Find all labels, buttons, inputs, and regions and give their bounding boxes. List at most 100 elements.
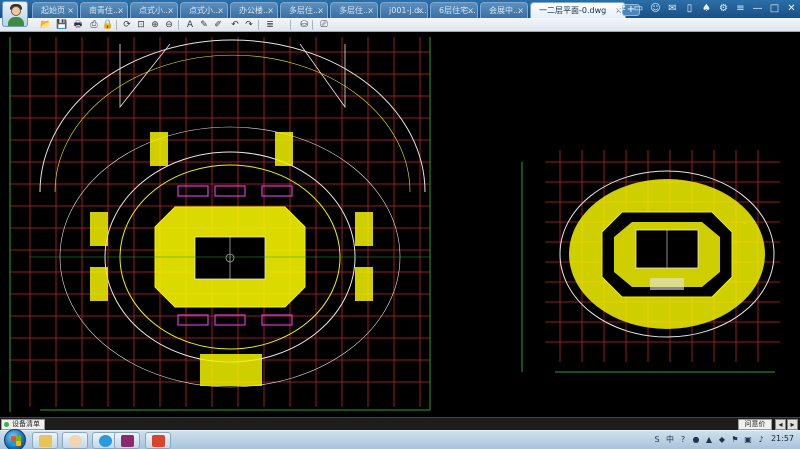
- system-tray: S 中? ● ▲ ◆ ⚑ ▣ ♪: [652, 434, 766, 446]
- tab-8[interactable]: 6层住宅... ×: [430, 2, 478, 18]
- roof-arc: [39, 39, 426, 193]
- measure-button[interactable]: ⎚: [318, 19, 330, 31]
- tab-close-icon[interactable]: ×: [417, 3, 424, 18]
- tab-3[interactable]: 点式小... ×: [180, 2, 228, 18]
- open-button[interactable]: 📂: [40, 19, 52, 31]
- prev-button[interactable]: ◂: [775, 419, 786, 430]
- room-block: [261, 185, 293, 197]
- status-dot-icon: [4, 422, 9, 427]
- pencil-button[interactable]: ✎: [198, 19, 210, 31]
- feedback-button[interactable]: 问意价: [738, 419, 772, 430]
- taskbar-qq-button[interactable]: [62, 432, 88, 449]
- toolbar-separator: [178, 20, 179, 30]
- qq-icon[interactable]: ●: [691, 434, 701, 446]
- tab-close-icon[interactable]: ×: [217, 3, 224, 18]
- toolbar-separator: [290, 20, 291, 30]
- tab-close-icon[interactable]: ×: [167, 3, 174, 18]
- tab-9[interactable]: 会展中... ×: [480, 2, 528, 18]
- tab-close-icon[interactable]: ×: [67, 3, 74, 18]
- tshirt-icon[interactable]: ♠: [700, 1, 713, 16]
- tab-close-icon[interactable]: ×: [367, 3, 374, 18]
- device-list-panel[interactable]: 设备清单: [1, 419, 45, 430]
- minimize-icon[interactable]: —: [751, 1, 764, 16]
- tab-label: 起始页: [41, 6, 65, 15]
- sogou-icon[interactable]: S: [652, 434, 662, 446]
- stair-block: [90, 212, 108, 246]
- face-icon: [69, 435, 82, 447]
- tab-label: 会展中...: [489, 6, 521, 15]
- archive-icon: [121, 435, 134, 447]
- tab-4[interactable]: 办公楼... ×: [230, 2, 278, 18]
- lock-button[interactable]: 🔒: [102, 19, 114, 31]
- tab-close-icon[interactable]: ×: [467, 3, 474, 18]
- user-avatar[interactable]: [2, 1, 28, 27]
- save-button[interactable]: 💾: [56, 19, 68, 31]
- menu-icon[interactable]: ≡: [734, 1, 747, 16]
- system-icons: ⇄ ▭ ☺ ✉ ▯ ♠ ⚙ ≡ — □ ✕: [615, 1, 798, 16]
- tab-close-icon[interactable]: ×: [517, 3, 524, 18]
- windows-taskbar: S 中? ● ▲ ◆ ⚑ ▣ ♪ 21:57: [0, 429, 800, 449]
- tab-close-icon[interactable]: ×: [267, 3, 274, 18]
- taskbar-winrar-button[interactable]: [114, 432, 140, 449]
- ime-icon[interactable]: 中: [665, 434, 675, 446]
- phone-icon[interactable]: ▯: [683, 1, 696, 16]
- tab-6[interactable]: 多层住... ×: [330, 2, 378, 18]
- tab-0[interactable]: 起始页 ×: [32, 2, 78, 18]
- undo-button[interactable]: ↶: [229, 19, 241, 31]
- rotate-button[interactable]: ⟳: [121, 19, 133, 31]
- zoom-in-button[interactable]: ⊕: [149, 19, 161, 31]
- stair-block: [355, 212, 373, 246]
- volume-icon[interactable]: ♪: [756, 434, 766, 446]
- gear-icon[interactable]: ⚙: [717, 1, 730, 16]
- tab-label: 南青住...: [89, 6, 121, 15]
- stair-block: [200, 354, 262, 386]
- tab-1[interactable]: 南青住... ×: [80, 2, 128, 18]
- network-icon[interactable]: ▲: [704, 434, 714, 446]
- help-icon[interactable]: ?: [678, 434, 688, 446]
- stage-block: [650, 278, 684, 290]
- browser-icon: [99, 435, 112, 447]
- screen-icon[interactable]: ▭: [632, 1, 645, 16]
- start-button[interactable]: [4, 429, 26, 449]
- redo-button[interactable]: ↷: [243, 19, 255, 31]
- layers-button[interactable]: ≣: [264, 19, 276, 31]
- chat-icon[interactable]: ✉: [666, 1, 679, 16]
- screen-tray-icon[interactable]: ▣: [743, 434, 753, 446]
- document-tabs: 起始页 × 南青住... × 点式小... × 点式小... × 办公楼... × 多层住... × 多…: [32, 2, 628, 18]
- room-block: [261, 314, 293, 326]
- tab-close-icon[interactable]: ×: [317, 3, 324, 18]
- tab-label: 一二层平面-0.dwg: [539, 6, 607, 15]
- flag-icon[interactable]: ⚑: [730, 434, 740, 446]
- title-bar: 起始页 × 南青住... × 点式小... × 点式小... × 办公楼... × 多层住... × 多…: [0, 0, 800, 18]
- print-button[interactable]: 🖶: [72, 19, 84, 31]
- taskbar-explorer-button[interactable]: [32, 432, 58, 449]
- user-icon[interactable]: ☺: [649, 1, 662, 16]
- room-block: [214, 314, 246, 326]
- toolbar-separator: [116, 20, 117, 30]
- toolbar-separator: [312, 20, 313, 30]
- close-icon[interactable]: ✕: [785, 1, 798, 16]
- clock[interactable]: 21:57: [771, 434, 794, 443]
- tab-close-icon[interactable]: ×: [117, 3, 124, 18]
- stair-block: [275, 132, 293, 166]
- shield-icon[interactable]: ◆: [717, 434, 727, 446]
- next-button[interactable]: ▸: [787, 419, 798, 430]
- stack-button[interactable]: ⛁: [298, 19, 310, 31]
- zoom-out-button[interactable]: ⊖: [163, 19, 175, 31]
- drawing-canvas[interactable]: [0, 32, 800, 417]
- zoom-window-button[interactable]: ⊡: [135, 19, 147, 31]
- folder-icon: [39, 435, 52, 447]
- export-pdf-button[interactable]: ⎙: [88, 19, 100, 31]
- tab-2[interactable]: 点式小... ×: [130, 2, 178, 18]
- stair-block: [150, 132, 168, 166]
- tab-5[interactable]: 多层住... ×: [280, 2, 328, 18]
- maximize-icon[interactable]: □: [768, 1, 781, 16]
- sync-icon[interactable]: ⇄: [615, 1, 628, 16]
- cad-drawing: [9, 37, 780, 412]
- tab-7[interactable]: j001-j.d... ×: [380, 2, 428, 18]
- brush-button[interactable]: ✐: [212, 19, 224, 31]
- tab-10[interactable]: 一二层平面-0.dwg ×: [530, 2, 626, 18]
- status-bar: 设备清单 问意价 ◂ ▸: [0, 417, 800, 430]
- taskbar-cad-button[interactable]: [145, 432, 171, 449]
- text-button[interactable]: A: [184, 19, 196, 31]
